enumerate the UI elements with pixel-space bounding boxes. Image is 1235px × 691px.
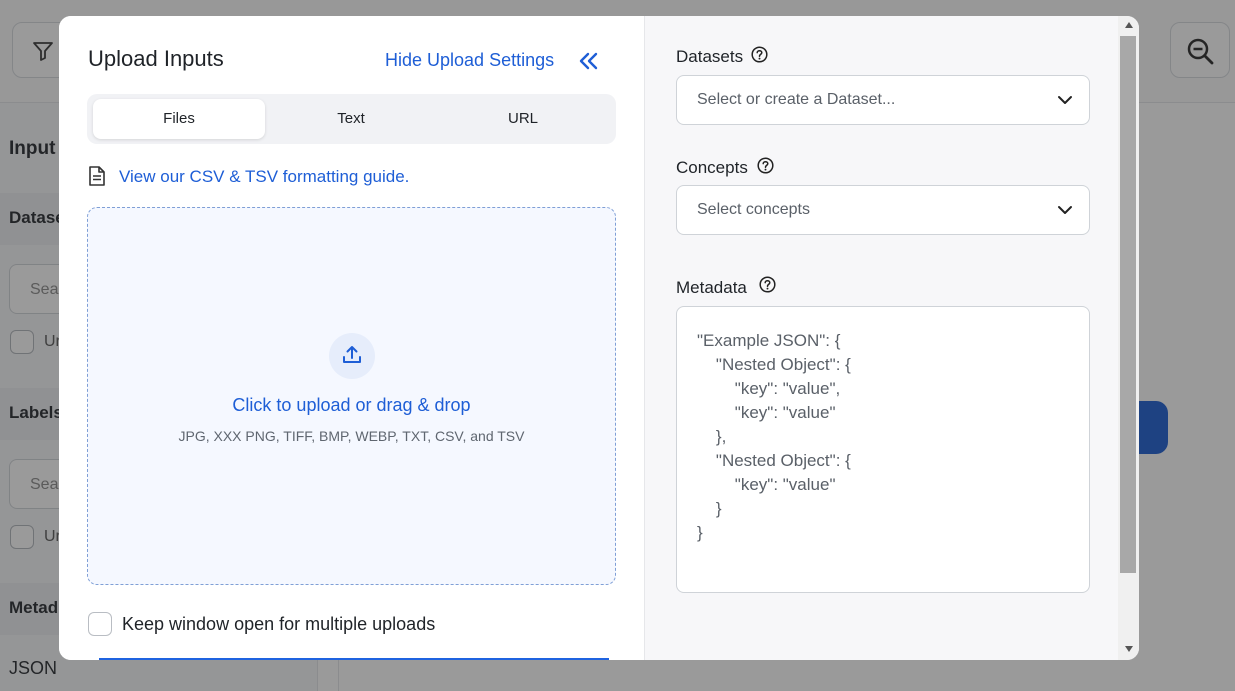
upload-type-tabs: Files Text URL xyxy=(87,94,616,144)
upload-icon-badge xyxy=(329,333,375,379)
tab-text[interactable]: Text xyxy=(265,99,437,139)
upload-button-edge[interactable] xyxy=(99,658,609,660)
modal-title: Upload Inputs xyxy=(88,46,224,71)
help-icon[interactable] xyxy=(751,46,768,63)
formatting-guide-link[interactable]: View our CSV & TSV formatting guide. xyxy=(119,167,409,187)
dropzone-instruction: Click to upload or drag & drop xyxy=(232,395,471,415)
chevron-down-icon xyxy=(1058,206,1072,214)
document-icon xyxy=(89,166,105,186)
hide-upload-settings-link[interactable]: Hide Upload Settings xyxy=(385,50,554,71)
tab-files[interactable]: Files xyxy=(93,99,265,139)
dataset-select[interactable]: Select or create a Dataset... xyxy=(676,75,1090,125)
modal-scrollbar[interactable] xyxy=(1118,16,1139,660)
metadata-label: Metadata xyxy=(676,278,747,297)
dataset-select-placeholder: Select or create a Dataset... xyxy=(697,91,896,108)
upload-inputs-modal: Upload Inputs Hide Upload Settings Files… xyxy=(59,16,1139,660)
datasets-label: Datasets xyxy=(676,47,744,66)
double-chevron-left-icon[interactable] xyxy=(578,50,600,72)
help-icon[interactable] xyxy=(759,276,776,293)
scroll-down-arrow-icon[interactable] xyxy=(1125,646,1133,652)
keep-open-checkbox[interactable] xyxy=(88,612,112,636)
concepts-label: Concepts xyxy=(676,158,748,177)
upload-settings-pane: Datasets Select or create a Dataset... C… xyxy=(644,16,1118,660)
chevron-down-icon xyxy=(1058,96,1072,104)
concepts-select[interactable]: Select concepts xyxy=(676,185,1090,235)
upload-icon xyxy=(343,346,361,363)
file-dropzone[interactable]: Click to upload or drag & drop JPG, XXX … xyxy=(87,207,616,585)
upload-pane: Upload Inputs Hide Upload Settings Files… xyxy=(59,16,644,660)
scroll-up-arrow-icon[interactable] xyxy=(1125,22,1133,28)
help-icon[interactable] xyxy=(757,157,774,174)
metadata-json-textarea[interactable]: "Example JSON": { "Nested Object": { "ke… xyxy=(676,306,1090,593)
concepts-select-placeholder: Select concepts xyxy=(697,201,810,218)
dropzone-formats: JPG, XXX PNG, TIFF, BMP, WEBP, TXT, CSV,… xyxy=(178,428,525,444)
tab-url[interactable]: URL xyxy=(437,99,609,139)
metadata-placeholder: "Example JSON": { "Nested Object": { "ke… xyxy=(697,331,851,542)
keep-open-label: Keep window open for multiple uploads xyxy=(122,614,436,634)
scrollbar-thumb[interactable] xyxy=(1120,36,1136,573)
